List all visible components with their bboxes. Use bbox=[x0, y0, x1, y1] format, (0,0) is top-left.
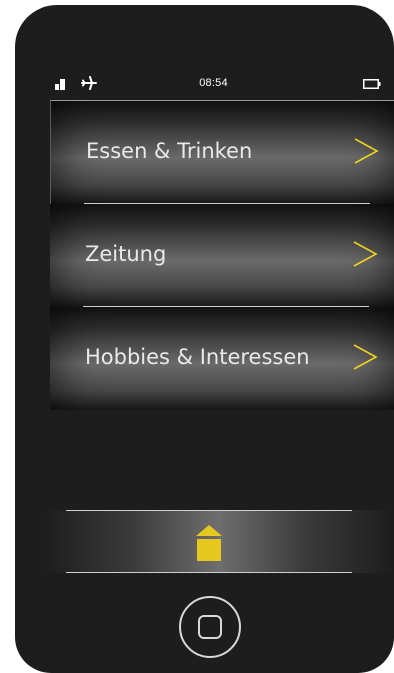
battery-icon bbox=[363, 79, 381, 89]
menu-item-label: Essen & Trinken bbox=[86, 139, 253, 163]
menu-list: Essen & Trinken Zeitung Hobbies & Intere… bbox=[50, 100, 394, 410]
up-bar-divider-top bbox=[66, 510, 352, 511]
menu-item-hobbies-interessen[interactable]: Hobbies & Interessen bbox=[50, 307, 394, 410]
chevron-right-icon bbox=[353, 241, 378, 267]
home-button-icon bbox=[198, 615, 222, 639]
menu-item-label: Zeitung bbox=[85, 242, 167, 266]
up-bar-divider-bottom bbox=[66, 572, 352, 573]
scroll-up-button[interactable] bbox=[43, 510, 394, 573]
status-time: 08:54 bbox=[199, 77, 228, 89]
status-bar: 08:54 bbox=[33, 75, 394, 101]
menu-item-essen-trinken[interactable]: Essen & Trinken bbox=[50, 100, 394, 204]
phone-frame: 08:54 Essen & Trinken Zeitung Hobbies & … bbox=[15, 5, 394, 673]
home-button[interactable] bbox=[179, 596, 241, 658]
arrow-up-icon bbox=[196, 525, 222, 561]
menu-item-zeitung[interactable]: Zeitung bbox=[50, 204, 394, 307]
chevron-right-icon bbox=[353, 344, 378, 370]
menu-item-label: Hobbies & Interessen bbox=[85, 345, 310, 369]
chevron-right-icon bbox=[354, 138, 379, 164]
